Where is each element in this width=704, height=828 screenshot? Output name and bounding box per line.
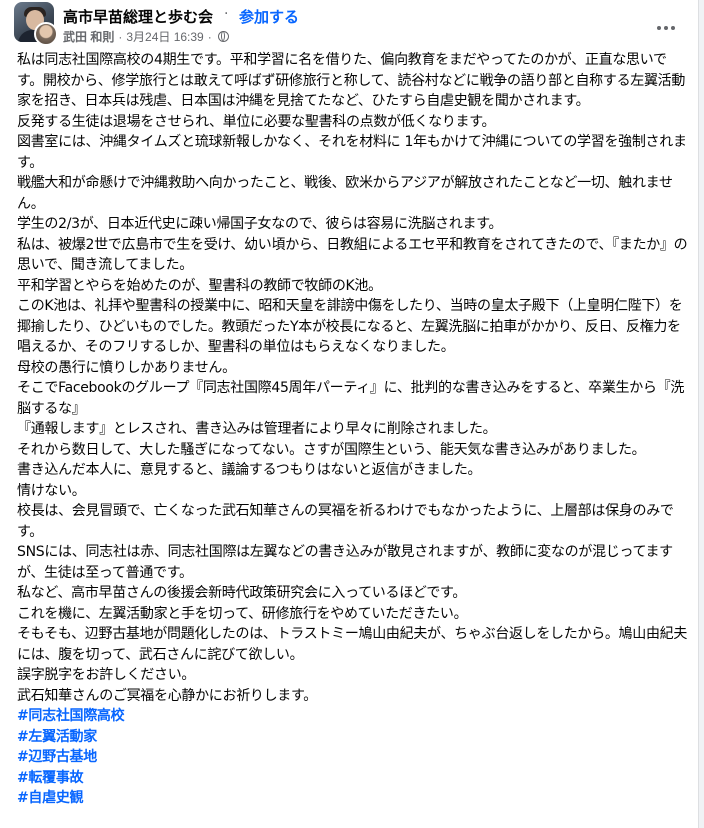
post-line: それから数日して、大した騒ぎになってない。さすが国際生という、能天気な書き込みが…: [17, 441, 646, 458]
post-line: 図書室には、沖縄タイムズと琉球新報しかなく、それを材料に 1年もかけて沖縄につい…: [17, 134, 687, 171]
more-options-button[interactable]: [652, 14, 680, 42]
more-options-icon: [657, 26, 661, 30]
hashtag-link[interactable]: #自虐史観: [17, 788, 689, 809]
author-name-link[interactable]: 武田 和則: [63, 28, 114, 45]
post-line: 反発する生徒は退場をさせられ、単位に必要な聖書科の点数が低くなります。: [17, 113, 496, 130]
join-group-button[interactable]: 参加する: [239, 6, 299, 27]
post-line: SNSには、同志社は赤、同志社国際は左翼などの書き込みが散見されますが、教師に変…: [17, 544, 673, 581]
post-line: 戦艦大和が命懸けで沖縄救助へ向かったこと、戦後、欧米からアジアが解放されたことな…: [17, 175, 673, 212]
post-line: 平和学習とやらを始めたのが、聖書科の教師で牧師のK池。: [17, 277, 382, 294]
post-card: 高市早苗総理と歩む会 · 参加する 武田 和則 · 3月24日 16:39 · …: [0, 0, 699, 828]
post-line: 情けない。: [17, 482, 86, 499]
hashtag-link[interactable]: #同志社国際高校: [17, 706, 689, 727]
title-separator: ·: [224, 6, 229, 22]
post-line: これを機に、左翼活動家と手を切って、研修旅行をやめていただきたい。: [17, 605, 468, 622]
post-line: 私など、高市早苗さんの後援会新時代政策研究会に入っているほどです。: [17, 585, 467, 601]
post-line: 誤字脱字をお許しください。: [17, 667, 196, 683]
post-line: 私は、被爆2世で広島市で生を受け、幼い頃から、日教組によるエセ平和教育をされてき…: [17, 236, 688, 274]
post-line: 『通報します』とレスされ、書き込みは管理者により早々に削除されました。: [17, 421, 497, 437]
group-name-link[interactable]: 高市早苗総理と歩む会: [63, 6, 213, 27]
post-line: そこでFacebookのグループ『同志社国際45周年パーティ』に、批判的な書き込…: [17, 380, 685, 417]
post-line: 私は同志社国際高校の4期生です。平和学習に名を借りた、偏向教育をまだやってたのか…: [17, 52, 686, 109]
post-line: 校長は、会見冒頭で、亡くなった武石知華さんの冥福を祈るわけでもなかったように、上…: [17, 503, 674, 540]
post-line: 母校の愚行に憤りしかありません。: [17, 359, 236, 376]
hashtag-link[interactable]: #左翼活動家: [17, 727, 689, 748]
post-line: このK池は、礼拝や聖書科の授業中に、昭和天皇を誹謗中傷をしたり、当時の皇太子殿下…: [17, 298, 683, 355]
post-line: 書き込んだ本人に、意見すると、議論するつもりはないと返信がきました。: [17, 462, 482, 478]
post-header: 高市早苗総理と歩む会 · 参加する 武田 和則 · 3月24日 16:39 ·: [14, 2, 684, 48]
author-avatar[interactable]: [34, 22, 58, 46]
hashtag-link[interactable]: #転覆事故: [17, 768, 689, 789]
post-timestamp[interactable]: 3月24日 16:39: [126, 28, 203, 45]
post-meta: 武田 和則 · 3月24日 16:39 ·: [63, 28, 229, 45]
group-avatar[interactable]: [14, 2, 58, 46]
meta-separator-2: ·: [207, 29, 212, 44]
post-line: 学生の2/3が、日本近代史に疎い帰国子女なので、彼らは容易に洗脳されます。: [17, 216, 503, 232]
globe-icon: [217, 31, 229, 42]
meta-separator: ·: [118, 29, 123, 44]
hashtag-link[interactable]: #辺野古基地: [17, 747, 689, 768]
post-line: そもそも、辺野古基地が問題化したのは、トラストミー鳩山由紀夫が、ちゃぶ台返しをし…: [17, 626, 688, 663]
post-line: 武石知華さんのご冥福を心静かにお祈りします。: [17, 687, 317, 704]
post-body: 私は同志社国際高校の4期生です。平和学習に名を借りた、偏向教育をまだやってたのか…: [17, 50, 689, 809]
